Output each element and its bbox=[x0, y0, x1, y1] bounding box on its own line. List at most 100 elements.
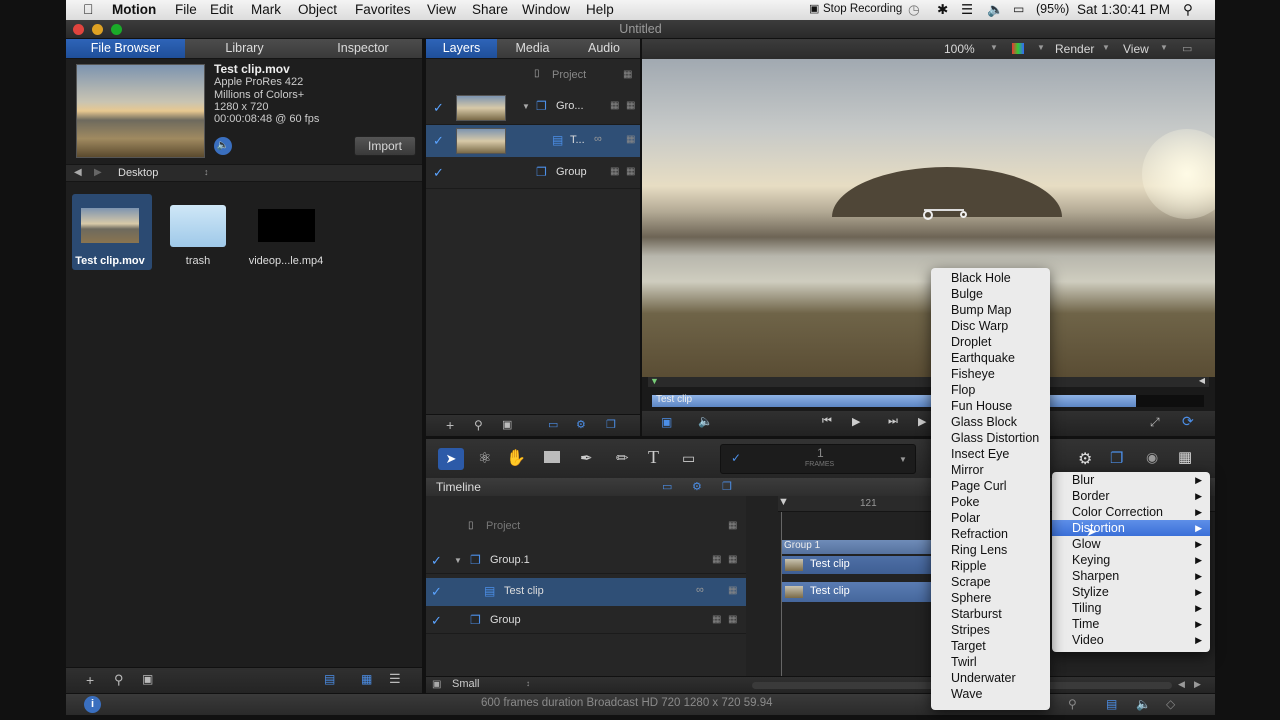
tab-media[interactable]: Media bbox=[497, 41, 568, 55]
layer-label[interactable]: Group bbox=[556, 166, 587, 178]
disclosure-triangle-icon[interactable]: ▼ bbox=[522, 102, 530, 111]
timeline-row-label[interactable]: Test clip bbox=[504, 585, 544, 597]
layer-visibility-checkbox[interactable]: ✓ bbox=[433, 165, 444, 181]
distortion-item[interactable]: Underwater bbox=[931, 670, 1050, 686]
menu-app[interactable]: Motion bbox=[112, 2, 156, 17]
anchor-point-handle[interactable] bbox=[923, 210, 933, 220]
column-view-icon[interactable]: ▤ bbox=[324, 672, 335, 686]
layer-row[interactable]: ✓ ❐ Group ▦ ▦ bbox=[426, 157, 640, 189]
menu-window[interactable]: Window bbox=[522, 2, 570, 17]
chevron-down-icon[interactable]: ▼ bbox=[899, 455, 907, 464]
filter-menu-item[interactable]: Time ▶ bbox=[1052, 616, 1210, 632]
distortion-item[interactable]: Fun House bbox=[931, 398, 1050, 414]
mini-timeline-clip-bar[interactable]: Test clip bbox=[652, 394, 1136, 407]
location-popup[interactable]: Desktop bbox=[118, 167, 158, 179]
timeline-visibility-checkbox[interactable]: ✓ bbox=[431, 584, 442, 600]
chevron-down-icon[interactable]: ▼ bbox=[990, 43, 998, 52]
menu-file[interactable]: File bbox=[175, 2, 197, 17]
layer-options-icon[interactable]: ▦ bbox=[610, 166, 619, 177]
audio-icon[interactable]: 🔈 bbox=[698, 414, 713, 428]
add-layer-icon[interactable]: + bbox=[446, 417, 454, 433]
record-keyframe-icon[interactable]: ✓ bbox=[731, 451, 741, 465]
keyframe-editor-icon[interactable]: ◇ bbox=[1166, 697, 1175, 711]
group-icon[interactable]: ❐ bbox=[606, 418, 616, 431]
audio-timeline-icon[interactable]: 🔈 bbox=[1136, 697, 1151, 711]
canvas-image[interactable] bbox=[642, 59, 1215, 377]
distortion-item[interactable]: Disc Warp bbox=[931, 318, 1050, 334]
loop-playback-icon[interactable]: ⟳ bbox=[1182, 413, 1194, 430]
text-tool-icon[interactable]: T bbox=[648, 447, 659, 468]
menu-share[interactable]: Share bbox=[472, 2, 508, 17]
thumbnail-icon[interactable]: ▣ bbox=[432, 679, 441, 690]
color-channels-icon[interactable] bbox=[1012, 43, 1024, 54]
distortion-item[interactable]: Glass Distortion bbox=[931, 430, 1050, 446]
time-machine-icon[interactable]: ◷ bbox=[908, 2, 920, 18]
distortion-item[interactable]: Sphere bbox=[931, 590, 1050, 606]
layer-options-icon[interactable]: ▦ bbox=[712, 614, 721, 625]
replicate-icon[interactable]: ▦ bbox=[1178, 448, 1192, 466]
filter-menu-item-selected[interactable]: Distortion ▶ bbox=[1052, 520, 1210, 536]
list-view-icon[interactable]: ☰ bbox=[389, 671, 401, 687]
menu-mark[interactable]: Mark bbox=[251, 2, 281, 17]
folder-icon[interactable] bbox=[170, 205, 226, 247]
view-popup[interactable]: View bbox=[1123, 42, 1149, 56]
distortion-item[interactable]: Scrape bbox=[931, 574, 1050, 590]
go-to-start-icon[interactable]: ⏮ bbox=[822, 415, 832, 428]
import-button[interactable]: Import bbox=[354, 136, 416, 156]
file-thumb-black[interactable] bbox=[258, 209, 315, 242]
frame-counter[interactable]: ✓ 1 FRAMES ▼ bbox=[720, 444, 916, 474]
render-popup[interactable]: Render bbox=[1055, 42, 1094, 56]
layer-row[interactable]: ✓ ▼ ❐ Gro... ▦ ▦ bbox=[426, 91, 640, 125]
filter-menu-item[interactable]: Glow ▶ bbox=[1052, 536, 1210, 552]
menubar-clock[interactable]: Sat 1:30:41 PM bbox=[1077, 2, 1170, 17]
disclosure-triangle-icon[interactable]: ▼ bbox=[454, 556, 462, 565]
popup-chevron-icon[interactable]: ↕ bbox=[526, 679, 530, 688]
distortion-item[interactable]: Insect Eye bbox=[931, 446, 1050, 462]
timeline-row-label[interactable]: Group bbox=[490, 614, 521, 626]
distortion-item[interactable]: Black Hole bbox=[931, 270, 1050, 286]
file-label[interactable]: videop...le.mp4 bbox=[240, 255, 332, 267]
search-icon[interactable]: ⚲ bbox=[114, 672, 124, 688]
distortion-item[interactable]: Glass Block bbox=[931, 414, 1050, 430]
zoom-popup[interactable]: 100% bbox=[944, 42, 975, 56]
info-icon[interactable]: i bbox=[84, 696, 101, 713]
lock-icon[interactable]: ▦ bbox=[626, 134, 635, 145]
distortion-item[interactable]: Refraction bbox=[931, 526, 1050, 542]
mask-toggle-icon[interactable]: ▭ bbox=[662, 480, 672, 493]
pan-hand-icon[interactable]: ✋ bbox=[506, 448, 526, 468]
timeline-project-label[interactable]: Project bbox=[486, 520, 520, 532]
play-icon[interactable]: ▶ bbox=[918, 415, 926, 428]
file-label[interactable]: Test clip.mov bbox=[66, 255, 154, 267]
file-thumb-video[interactable] bbox=[81, 208, 139, 243]
icon-view-icon[interactable]: ▦ bbox=[361, 672, 372, 686]
distortion-item[interactable]: Bulge bbox=[931, 286, 1050, 302]
back-arrow-icon[interactable]: ◀ bbox=[74, 167, 82, 178]
lock-icon[interactable]: ▦ bbox=[626, 166, 635, 177]
lock-icon[interactable]: ▦ bbox=[728, 614, 737, 625]
tab-inspector[interactable]: Inspector bbox=[304, 41, 422, 55]
layer-visibility-checkbox[interactable]: ✓ bbox=[433, 100, 444, 116]
timeline-row[interactable]: ✓ ▼ ❐ Group.1 ▦ ▦ bbox=[426, 548, 746, 574]
distortion-item[interactable]: Poke bbox=[931, 494, 1050, 510]
scroll-right-icon[interactable]: ▶ bbox=[1194, 679, 1201, 690]
link-icon[interactable]: ∞ bbox=[594, 133, 602, 145]
filter-menu-item[interactable]: Sharpen ▶ bbox=[1052, 568, 1210, 584]
rotation-handle[interactable] bbox=[960, 211, 967, 218]
timeline-visibility-checkbox[interactable]: ✓ bbox=[431, 613, 442, 629]
preview-audio-button[interactable]: 🔈 bbox=[214, 137, 232, 155]
layers-project-label[interactable]: Project bbox=[552, 69, 586, 81]
distortion-item[interactable]: Earthquake bbox=[931, 350, 1050, 366]
timeline-visibility-checkbox[interactable]: ✓ bbox=[431, 553, 442, 569]
chevron-down-icon[interactable]: ▼ bbox=[1037, 43, 1045, 52]
lock-icon[interactable]: ▦ bbox=[728, 585, 737, 596]
location-chevron-icon[interactable]: ↕ bbox=[204, 167, 209, 177]
distortion-item[interactable]: Droplet bbox=[931, 334, 1050, 350]
filter-menu-item[interactable]: Keying ▶ bbox=[1052, 552, 1210, 568]
distortion-item[interactable]: Twirl bbox=[931, 654, 1050, 670]
layer-label[interactable]: T... bbox=[570, 134, 585, 146]
tab-file-browser[interactable]: File Browser bbox=[66, 39, 185, 58]
timeline-clip-bar[interactable]: Test clip bbox=[782, 582, 942, 602]
distortion-item[interactable]: Stripes bbox=[931, 622, 1050, 638]
distortion-item[interactable]: Starburst bbox=[931, 606, 1050, 622]
timeline-row[interactable]: ✓ ❐ Group ▦ ▦ bbox=[426, 608, 746, 634]
